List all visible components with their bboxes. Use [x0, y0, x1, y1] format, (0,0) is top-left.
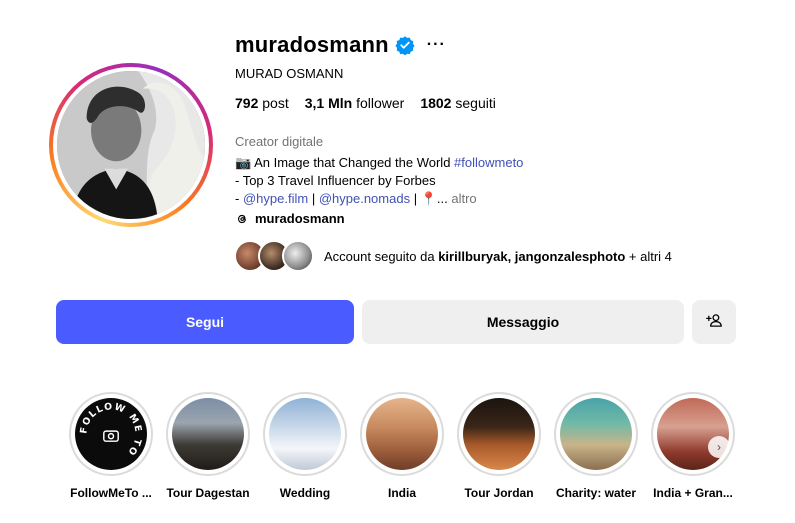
highlight-cover	[463, 398, 535, 470]
bio-mention-hype-film[interactable]: @hype.film	[243, 191, 308, 206]
profile-avatar-border	[53, 67, 209, 223]
avatar-photo-illustration	[57, 71, 205, 219]
profile-category: Creator digitale	[235, 134, 324, 149]
suggested-users-button[interactable]	[692, 300, 736, 344]
highlight-label: India + Gran...	[653, 486, 733, 500]
following-value: 1802	[420, 95, 452, 111]
followed-by-prefix: Account seguito da	[324, 248, 435, 264]
posts-value: 792	[235, 95, 259, 111]
highlight-cover: FOLLOW ME TO	[75, 398, 147, 470]
bio-line-1-text: An Image that Changed the World	[254, 155, 451, 170]
highlight-item[interactable]: FOLLOW ME TO FollowMeTo ...	[69, 392, 153, 500]
highlight-ring	[263, 392, 347, 476]
username: muradosmann	[235, 32, 389, 57]
profile-avatar-ring[interactable]	[49, 63, 213, 227]
bio-line-3-prefix: -	[235, 191, 240, 206]
bio-line-1: 📷 An Image that Changed the World #follo…	[235, 154, 523, 172]
highlight-ring	[457, 392, 541, 476]
highlight-label: Charity: water	[555, 486, 637, 500]
posts-count: 792 post	[235, 95, 289, 111]
profile-bio: 📷 An Image that Changed the World #follo…	[235, 154, 523, 208]
threads-icon	[235, 212, 249, 226]
highlight-label: FollowMeTo ...	[70, 486, 152, 500]
chevron-right-icon[interactable]: ›	[708, 436, 730, 458]
highlight-item[interactable]: Tour Dagestan	[166, 392, 250, 500]
story-highlights: FOLLOW ME TO FollowMeTo ... Tour Dagesta…	[69, 392, 735, 500]
full-name: MURAD OSMANN	[235, 66, 344, 81]
pin-emoji-icon: 📍	[420, 191, 437, 206]
person-add-icon	[705, 312, 723, 332]
highlight-cover	[269, 398, 341, 470]
highlight-ring	[554, 392, 638, 476]
message-button[interactable]: Messaggio	[362, 300, 684, 344]
followed-by-text: Account seguito da kirillburyak, jangonz…	[324, 249, 672, 264]
highlight-ring	[651, 392, 735, 476]
posts-label: post	[262, 95, 289, 111]
followers-value: 3,1 Mln	[304, 95, 353, 111]
highlight-item[interactable]: Tour Jordan	[457, 392, 541, 500]
followers-count[interactable]: 3,1 Mln follower	[305, 95, 405, 111]
bio-more-link[interactable]: altro	[451, 191, 476, 206]
svg-text:FOLLOW ME TO: FOLLOW ME TO	[78, 401, 143, 458]
highlight-ring	[166, 392, 250, 476]
followed-by[interactable]: Account seguito da kirillburyak, jangonz…	[234, 239, 672, 273]
profile-avatar[interactable]	[57, 71, 205, 219]
highlight-cover	[172, 398, 244, 470]
highlight-item[interactable]: Wedding	[263, 392, 347, 500]
bio-hashtag-link[interactable]: #followmeto	[454, 155, 523, 170]
highlight-ring	[360, 392, 444, 476]
more-options-icon[interactable]: ···	[427, 37, 446, 53]
highlight-label: Tour Dagestan	[166, 486, 250, 500]
bio-ellipsis: ...	[436, 191, 448, 206]
highlight-cover	[366, 398, 438, 470]
highlight-label: India	[387, 486, 416, 500]
followmeto-logo: FOLLOW ME TO	[78, 401, 143, 458]
bio-separator-2: |	[413, 191, 418, 206]
highlight-label: Wedding	[279, 486, 331, 500]
following-count[interactable]: 1802 seguiti	[420, 95, 496, 111]
verified-badge-icon	[395, 35, 415, 56]
follow-button[interactable]: Segui	[56, 300, 354, 344]
highlight-cover	[657, 398, 729, 470]
highlight-ring: FOLLOW ME TO	[69, 392, 153, 476]
followed-by-suffix: + altri 4	[628, 248, 672, 264]
camera-emoji-icon: 📷	[235, 155, 252, 170]
highlight-item[interactable]: Charity: water	[554, 392, 638, 500]
followers-label: follower	[356, 95, 405, 111]
profile-stats: 792 post 3,1 Mln follower 1802 seguiti	[235, 95, 512, 111]
following-label: seguiti	[455, 95, 496, 111]
threads-link[interactable]: muradosmann	[235, 211, 345, 226]
bio-mention-hype-nomads[interactable]: @hype.nomads	[319, 191, 410, 206]
bio-line-3: - @hype.film | @hype.nomads | 📍... altro	[235, 190, 523, 208]
follower-avatar	[282, 240, 314, 272]
bio-separator-1: |	[311, 191, 316, 206]
highlight-item[interactable]: India	[360, 392, 444, 500]
highlight-cover	[560, 398, 632, 470]
followmeto-logo-text: FOLLOW ME TO	[78, 401, 142, 458]
followed-by-users: kirillburyak, jangonzalesphoto	[438, 248, 626, 264]
highlight-label: Tour Jordan	[464, 486, 534, 500]
threads-handle: muradosmann	[255, 211, 345, 226]
username-row: muradosmann ···	[235, 31, 446, 59]
bio-line-2: - Top 3 Travel Influencer by Forbes	[235, 173, 436, 188]
